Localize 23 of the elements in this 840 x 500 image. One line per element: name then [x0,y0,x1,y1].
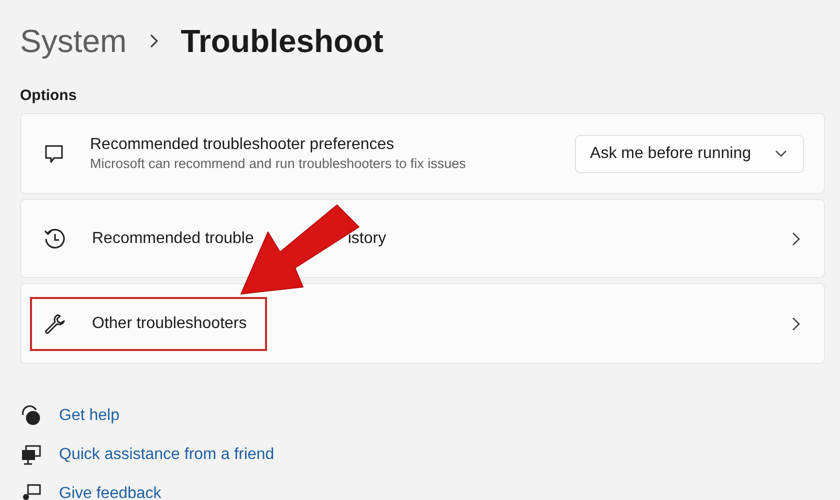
chevron-right-icon [792,232,800,246]
chevron-right-icon [792,316,800,330]
help-link[interactable]: Give feedback [59,485,162,500]
section-title: Options [19,86,78,106]
wrench-icon [43,312,67,336]
monitor-icon [20,444,42,466]
breadcrumb-link[interactable]: System [20,22,127,60]
settings-card[interactable]: Recommended trouble istory [20,199,825,278]
help-link[interactable]: Quick assistance from a friend [59,446,274,464]
settings-card[interactable]: Other troubleshooters [20,283,825,364]
caret-icon [775,150,787,158]
dropdown[interactable]: Ask me before running [575,134,804,172]
chat-icon [43,142,65,164]
page-title: Troubleshoot [180,22,384,60]
chevron-right-icon [148,33,159,49]
card-title: Other troubleshooters [92,314,247,332]
card-description: Microsoft can recommend and run troubleshooters to fix issues [90,156,466,171]
help-link[interactable]: Get help [59,407,120,425]
history-icon [43,226,67,250]
card-title: istory [348,230,386,246]
card-title: Recommended troubleshooter preferences [90,136,396,154]
card-title: Recommended trouble [92,230,254,246]
feedback-icon [20,483,42,500]
